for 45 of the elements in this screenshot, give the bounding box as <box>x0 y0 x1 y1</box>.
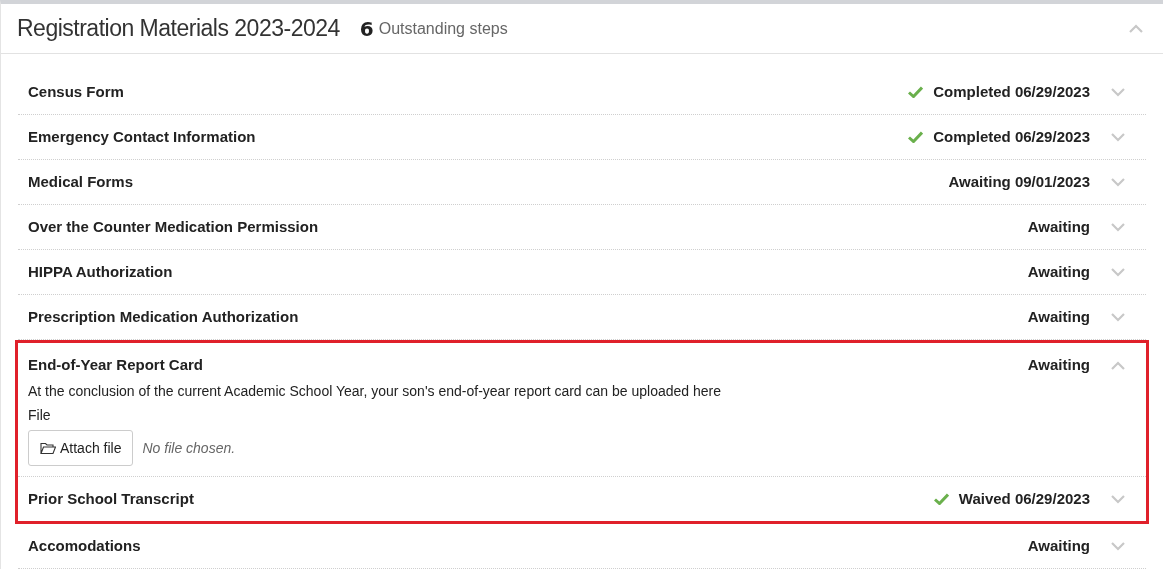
chevron-up-icon[interactable] <box>1111 360 1125 370</box>
step-title[interactable]: Prior School Transcript <box>28 487 194 511</box>
step-description: At the conclusion of the current Academic School Year, your son's end-of-year report card can be uploaded here <box>28 382 722 401</box>
step-title[interactable]: HIPPA Authorization <box>28 260 173 284</box>
chevron-up-icon[interactable] <box>1129 24 1143 33</box>
step-status: Awaiting 09/01/2023 <box>948 171 1090 192</box>
chevron-down-icon[interactable] <box>1111 222 1125 232</box>
step-status: Waived 06/29/2023 <box>958 488 1090 509</box>
chevron-down-icon[interactable] <box>1111 312 1125 322</box>
step-title[interactable]: Census Form <box>28 80 124 104</box>
step-title[interactable]: Medical Forms <box>28 170 134 194</box>
step-title[interactable]: End-of-Year Report Card <box>28 353 204 377</box>
attach-file-button[interactable]: Attach file <box>28 430 134 466</box>
file-status: No file chosen. <box>142 438 236 458</box>
step-title[interactable]: Accomodations <box>28 534 141 558</box>
file-label: File <box>28 406 52 425</box>
step-status: Awaiting <box>1027 535 1090 556</box>
step-status: Completed 06/29/2023 <box>933 126 1090 147</box>
outstanding-label: Outstanding steps <box>378 18 508 39</box>
chevron-down-icon[interactable] <box>1111 177 1125 187</box>
chevron-down-icon[interactable] <box>1111 87 1125 97</box>
step-status: Awaiting <box>1027 216 1090 237</box>
step-row[interactable]: Prior School Transcript Waived 06/29/2023 <box>18 477 1146 521</box>
outstanding-count: 6 <box>359 15 374 43</box>
step-row[interactable]: Emergency Contact Information Completed 06/29/2023 <box>18 115 1146 160</box>
step-row[interactable]: Over the Counter Medication Permission Awaiting <box>18 205 1146 250</box>
step-row[interactable]: Census Form Completed 06/29/2023 <box>18 70 1146 115</box>
step-status: Awaiting <box>1027 261 1090 282</box>
chevron-down-icon[interactable] <box>1111 541 1125 551</box>
step-status: Awaiting <box>1027 306 1090 327</box>
step-title[interactable]: Over the Counter Medication Permission <box>28 215 319 239</box>
panel-title: Registration Materials 2023-2024 <box>17 14 340 44</box>
step-title[interactable]: Emergency Contact Information <box>28 125 256 149</box>
step-row[interactable]: Medical Forms Awaiting 09/01/2023 <box>18 160 1146 205</box>
step-row[interactable]: Prescription Medication Authorization Awaiting <box>18 295 1146 340</box>
chevron-down-icon[interactable] <box>1111 132 1125 142</box>
step-status: Completed 06/29/2023 <box>933 81 1090 102</box>
folder-icon <box>40 441 56 455</box>
step-row[interactable]: End-of-Year Report Card Awaiting At the conclusion of the current Academic School Year, your son's end-of-year report card can be uploaded here File Attach file No file chosen. <box>18 343 1146 477</box>
step-title[interactable]: Prescription Medication Authorization <box>28 305 299 329</box>
chevron-down-icon[interactable] <box>1111 267 1125 277</box>
chevron-down-icon[interactable] <box>1111 494 1125 504</box>
step-row[interactable]: HIPPA Authorization Awaiting <box>18 250 1146 295</box>
step-row[interactable]: Accomodations Awaiting <box>18 524 1146 569</box>
step-status: Awaiting <box>1027 354 1090 375</box>
